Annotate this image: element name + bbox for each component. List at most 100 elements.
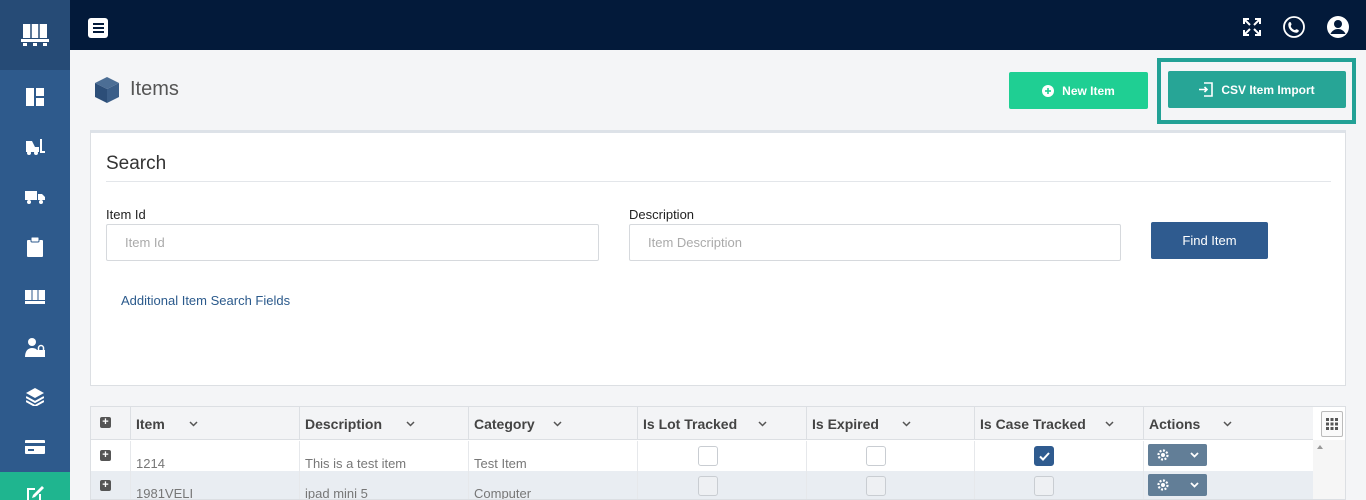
- chevron-down-icon[interactable]: [1219, 407, 1235, 440]
- nav-dashboard[interactable]: [0, 72, 70, 122]
- expired-checkbox[interactable]: [866, 446, 886, 466]
- expired-checkbox[interactable]: [866, 476, 886, 496]
- top-navbar: [70, 0, 1366, 50]
- item-id-label: Item Id: [106, 207, 146, 222]
- column-header-category[interactable]: Category: [469, 407, 638, 440]
- csv-item-import-button[interactable]: CSV Item Import: [1168, 71, 1346, 108]
- column-label: Actions: [1149, 415, 1201, 432]
- column-header-expired[interactable]: Is Expired: [807, 407, 975, 440]
- user-profile-button[interactable]: [1326, 15, 1350, 39]
- case-tracked-checkbox[interactable]: [1034, 446, 1054, 466]
- case-tracked-checkbox[interactable]: [1034, 476, 1054, 496]
- expand-all-column: +: [91, 407, 131, 440]
- file-import-icon: [1199, 82, 1214, 97]
- lot-tracked-checkbox[interactable]: [698, 476, 718, 496]
- search-divider: [106, 181, 1331, 182]
- nav-items[interactable]: [0, 472, 70, 500]
- new-item-label: New Item: [1062, 83, 1115, 98]
- csv-import-label: CSV Item Import: [1221, 82, 1315, 97]
- item-id-input[interactable]: [106, 224, 599, 261]
- actions-cell: [1144, 441, 1313, 471]
- pallet-boxes-icon: [21, 24, 49, 46]
- user-lock-icon: [25, 338, 45, 357]
- support-phone-button[interactable]: [1282, 15, 1306, 39]
- nav-billing[interactable]: [0, 422, 70, 472]
- search-panel: Search Item Id Description Find Item Add…: [90, 130, 1346, 386]
- expand-all-icon[interactable]: +: [100, 417, 111, 428]
- billing-card-icon: [25, 440, 45, 454]
- cube-box-icon: [95, 77, 119, 103]
- description-cell: This is a test item: [300, 441, 469, 471]
- column-header-lot-tracked[interactable]: Is Lot Tracked: [638, 407, 807, 440]
- fullscreen-button[interactable]: [1240, 15, 1264, 39]
- item-id-cell: 1214: [131, 441, 300, 471]
- nav-shipping[interactable]: [0, 172, 70, 222]
- column-header-case-tracked[interactable]: Is Case Tracked: [975, 407, 1144, 440]
- sidebar: [0, 0, 70, 500]
- dashboard-icon: [26, 88, 44, 106]
- column-label: Description: [305, 415, 383, 432]
- expand-cell: +: [91, 471, 131, 499]
- nav-inventory[interactable]: [0, 372, 70, 422]
- dock-icon: [25, 290, 45, 304]
- nav-dock[interactable]: [0, 272, 70, 322]
- edit-icon: [27, 486, 44, 500]
- table-row[interactable]: + 1214 This is a test item Test Item: [91, 441, 1313, 471]
- new-item-button[interactable]: New Item: [1009, 72, 1148, 109]
- chevron-down-icon[interactable]: [898, 407, 914, 440]
- scroll-up-icon: [1317, 445, 1323, 449]
- find-item-button[interactable]: Find Item: [1151, 222, 1268, 259]
- expand-row-icon[interactable]: +: [100, 450, 111, 461]
- column-header-item[interactable]: Item: [131, 407, 300, 440]
- expired-cell: [807, 441, 975, 471]
- user-avatar-icon: [1327, 16, 1349, 38]
- items-grid: + Item Description Category Is Lot Track…: [90, 406, 1346, 500]
- column-label: Category: [474, 415, 535, 432]
- case-tracked-cell: [975, 471, 1144, 499]
- expired-cell: [807, 471, 975, 499]
- nav-orders[interactable]: [0, 222, 70, 272]
- forklift-icon: [26, 139, 45, 155]
- phone-support-icon: [1283, 16, 1305, 38]
- row-actions-dropdown[interactable]: [1148, 474, 1207, 496]
- brand-logo[interactable]: [0, 0, 70, 70]
- row-actions-dropdown[interactable]: [1148, 444, 1207, 466]
- column-label: Is Case Tracked: [980, 415, 1086, 432]
- lot-tracked-checkbox[interactable]: [698, 446, 718, 466]
- nav-receiving[interactable]: [0, 122, 70, 172]
- chevron-down-icon[interactable]: [549, 407, 565, 440]
- column-label: Is Expired: [812, 415, 879, 432]
- menu-icon-bar: [92, 23, 104, 25]
- description-input[interactable]: [629, 224, 1121, 261]
- truck-icon: [25, 191, 45, 204]
- expand-cell: +: [91, 441, 131, 471]
- search-title: Search: [106, 153, 167, 174]
- menu-icon-bar: [92, 31, 104, 33]
- lot-tracked-cell: [638, 471, 807, 499]
- grid-menu-button[interactable]: [1321, 411, 1343, 437]
- chevron-down-icon[interactable]: [1101, 407, 1117, 440]
- gear-icon: [1157, 449, 1169, 461]
- fullscreen-icon: [1243, 18, 1261, 36]
- expand-row-icon[interactable]: +: [100, 480, 111, 491]
- column-header-actions[interactable]: Actions: [1144, 407, 1313, 440]
- plus-circle-icon: [1042, 84, 1055, 97]
- chevron-down-icon[interactable]: [185, 407, 201, 440]
- column-header-description[interactable]: Description: [300, 407, 469, 440]
- page-header: Items: [92, 74, 179, 104]
- description-label: Description: [629, 207, 695, 222]
- nav-users[interactable]: [0, 322, 70, 372]
- table-row[interactable]: + 1981VELI ipad mini 5 Computer: [91, 471, 1313, 499]
- clipboard-icon: [27, 237, 43, 257]
- item-id-cell: 1981VELI: [131, 471, 300, 499]
- gear-icon: [1157, 479, 1169, 491]
- menu-icon-bar: [92, 27, 104, 29]
- case-tracked-cell: [975, 441, 1144, 471]
- grid-scrollbar[interactable]: [1313, 440, 1345, 499]
- chevron-down-icon[interactable]: [402, 407, 418, 440]
- chevron-down-icon[interactable]: [754, 407, 770, 440]
- column-label: Is Lot Tracked: [643, 415, 738, 432]
- menu-toggle-button[interactable]: [88, 18, 108, 38]
- additional-search-fields-link[interactable]: Additional Item Search Fields: [121, 293, 290, 308]
- grid-dots-icon: [1326, 418, 1338, 430]
